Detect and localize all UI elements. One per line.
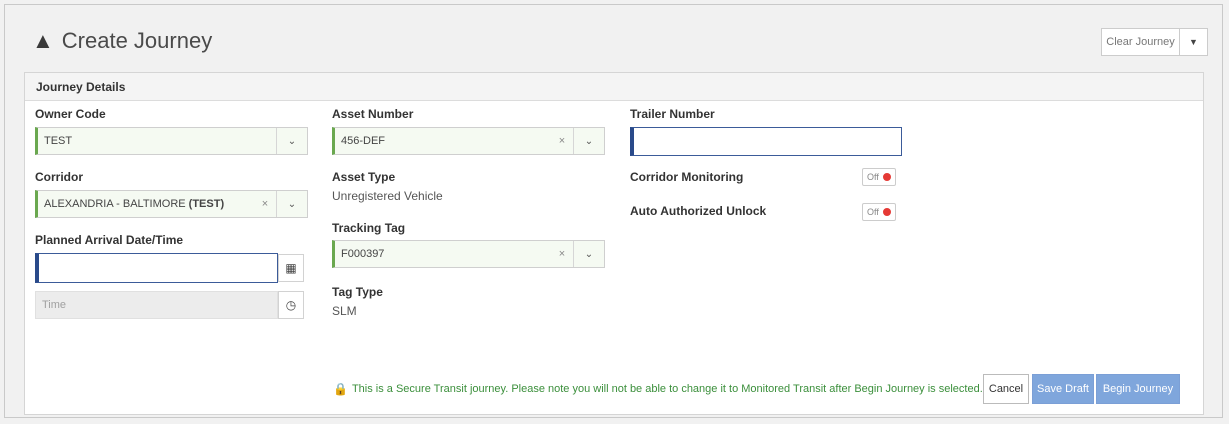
tag-type-value: SLM bbox=[332, 304, 357, 318]
road-icon: ▲ bbox=[32, 28, 54, 53]
corridor-monitoring-label: Corridor Monitoring bbox=[630, 170, 744, 184]
caret-down-icon: ▼ bbox=[1189, 37, 1198, 47]
clear-journey-button[interactable]: Clear Journey bbox=[1101, 28, 1180, 56]
toggle-off-indicator-icon bbox=[882, 208, 891, 216]
toggle-off-indicator-icon bbox=[882, 173, 891, 181]
trailer-number-label: Trailer Number bbox=[630, 107, 715, 121]
corridor-select[interactable]: ALEXANDRIA - BALTIMORE (TEST) × ⌄ bbox=[35, 190, 308, 218]
page-title-text: Create Journey bbox=[61, 28, 213, 53]
begin-journey-button[interactable]: Begin Journey bbox=[1096, 374, 1180, 404]
corridor-monitoring-toggle[interactable]: Off bbox=[862, 168, 896, 186]
planned-arrival-label: Planned Arrival Date/Time bbox=[35, 233, 184, 247]
page-title: ▲ Create Journey bbox=[32, 28, 212, 54]
toggle-state-label: Off bbox=[867, 207, 879, 217]
corridor-value-code: (TEST) bbox=[188, 198, 225, 210]
asset-type-label: Asset Type bbox=[332, 170, 396, 184]
calendar-icon[interactable]: ▦ bbox=[278, 254, 304, 282]
clear-icon[interactable]: × bbox=[551, 135, 573, 147]
asset-type-value: Unregistered Vehicle bbox=[332, 189, 443, 203]
tracking-tag-select[interactable]: F000397 × ⌄ bbox=[332, 240, 605, 268]
chevron-down-icon[interactable]: ⌄ bbox=[573, 128, 604, 154]
secure-transit-notice: 🔒 This is a Secure Transit journey. Plea… bbox=[333, 382, 983, 396]
corridor-value-main: ALEXANDRIA - BALTIMORE bbox=[44, 198, 186, 210]
tracking-tag-value: F000397 bbox=[341, 248, 385, 260]
asset-number-select[interactable]: 456-DEF × ⌄ bbox=[332, 127, 605, 155]
owner-code-label: Owner Code bbox=[35, 107, 106, 121]
clear-journey-split-button: Clear Journey ▼ bbox=[1101, 28, 1208, 56]
owner-code-value: TEST bbox=[44, 135, 73, 147]
trailer-number-input[interactable] bbox=[630, 127, 902, 156]
chevron-down-icon[interactable]: ⌄ bbox=[573, 241, 604, 267]
corridor-label: Corridor bbox=[35, 170, 83, 184]
save-draft-button[interactable]: Save Draft bbox=[1032, 374, 1094, 404]
chevron-down-icon[interactable]: ⌄ bbox=[276, 191, 307, 217]
auto-unlock-label: Auto Authorized Unlock bbox=[630, 204, 767, 218]
asset-number-value: 456-DEF bbox=[341, 135, 386, 147]
panel-title: Journey Details bbox=[25, 73, 1203, 101]
tracking-tag-label: Tracking Tag bbox=[332, 221, 406, 235]
auto-unlock-toggle[interactable]: Off bbox=[862, 203, 896, 221]
notice-text: This is a Secure Transit journey. Please… bbox=[351, 383, 983, 395]
planned-arrival-time-input[interactable]: Time bbox=[35, 291, 278, 319]
clear-icon[interactable]: × bbox=[254, 198, 276, 210]
journey-details-panel: Journey Details Owner Code TEST ⌄ Corrid… bbox=[24, 72, 1204, 415]
asset-number-label: Asset Number bbox=[332, 107, 414, 121]
clear-icon[interactable]: × bbox=[551, 248, 573, 260]
tag-type-label: Tag Type bbox=[332, 285, 383, 299]
clear-journey-dropdown-toggle[interactable]: ▼ bbox=[1180, 28, 1208, 56]
cancel-button[interactable]: Cancel bbox=[983, 374, 1029, 404]
clock-icon[interactable]: ◷ bbox=[278, 291, 304, 319]
planned-arrival-date-input[interactable] bbox=[35, 253, 278, 283]
corridor-value: ALEXANDRIA - BALTIMORE (TEST) bbox=[38, 198, 254, 210]
chevron-down-icon[interactable]: ⌄ bbox=[276, 128, 307, 154]
owner-code-select[interactable]: TEST ⌄ bbox=[35, 127, 308, 155]
toggle-state-label: Off bbox=[867, 172, 879, 182]
lock-icon: 🔒 bbox=[333, 382, 348, 396]
